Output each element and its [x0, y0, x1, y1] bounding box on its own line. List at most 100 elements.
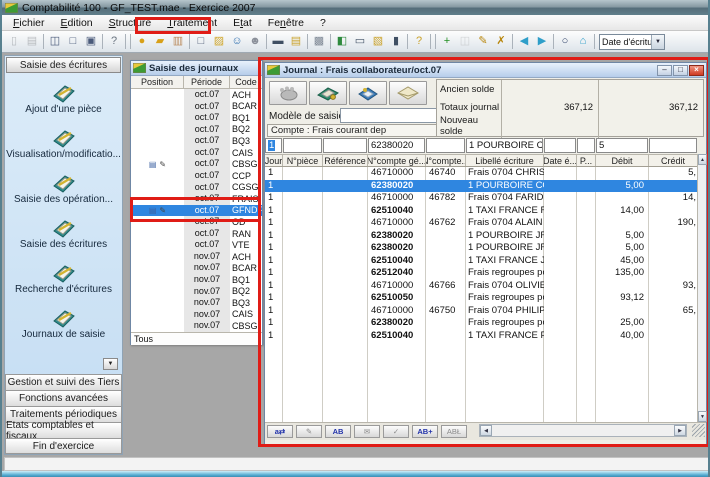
p-field[interactable] [577, 138, 595, 153]
journal-entry-row[interactable]: 1 46710000 46740 Frais 0704 CHRIST... 5, [265, 167, 697, 180]
check-button[interactable]: ✓ [383, 425, 409, 438]
column-header-reference[interactable]: Référence [323, 155, 368, 166]
journal-entry-row[interactable]: 1 62510040 1 TAXI FRANCE FI... 14,00 [265, 205, 697, 218]
journal-entry-row[interactable]: 1 62510050 Frais regroupes pou... 93,12 [265, 292, 697, 305]
journal-entry-row[interactable]: 1 62380020 1 POURBOIRE CC... 5,00 [265, 180, 697, 193]
menu-item[interactable]: Fichier [5, 16, 53, 30]
document-icon[interactable]: □ [193, 33, 210, 50]
journal-entry-row[interactable]: 1 62380020 1 POURBOIRE JF... 5,00 [265, 230, 697, 243]
previous-icon[interactable]: ◀ [516, 33, 533, 50]
column-header-date[interactable]: Date é... [544, 155, 577, 166]
column-header-position[interactable]: Position [131, 76, 184, 88]
mail-button[interactable]: ✉ [354, 425, 380, 438]
save-icon[interactable]: ▤ [24, 33, 41, 50]
scroll-up-icon[interactable]: ▲ [698, 154, 707, 165]
scroll-down-icon[interactable]: ▼ [698, 411, 707, 422]
terminal-icon[interactable]: ▬ [270, 33, 287, 50]
stamp-button[interactable] [269, 81, 307, 105]
journaux-window-titlebar[interactable]: Saisie des journaux [131, 61, 262, 76]
resize-grip[interactable] [692, 424, 705, 437]
column-header-compte-tiers[interactable]: N°compte... [426, 155, 466, 166]
paste-icon[interactable]: ▣ [83, 33, 100, 50]
restore-button[interactable]: □ [673, 65, 688, 76]
journal-list-row[interactable]: ▤✎ nov.07 CAIS [131, 309, 262, 321]
journal-list-row[interactable]: ▤✎ nov.07 ACH [131, 251, 262, 263]
journal-entry-row[interactable]: 1 62380020 Frais regroupes pou... 25,00 [265, 317, 697, 330]
journal-list-row[interactable]: ▤✎ oct.07 FRAIS [131, 193, 262, 205]
sidebar-group-button[interactable]: Fonctions avancées [5, 390, 122, 406]
menu-item[interactable]: Edition [53, 16, 101, 30]
journal-list-row[interactable]: ▤✎ oct.07 BCAR [131, 101, 262, 113]
journaux-filter-footer[interactable]: Tous [131, 332, 262, 345]
safe-icon[interactable]: ▩ [311, 33, 328, 50]
ab-plus-button[interactable]: AB+ [412, 425, 438, 438]
journal-list-row[interactable]: ▤✎ nov.07 BQ1 [131, 274, 262, 286]
ab-link-button[interactable]: a⇄ [267, 425, 293, 438]
folders-icon[interactable]: ▧ [370, 33, 387, 50]
journal-list-row[interactable]: ▤✎ nov.07 BCAR [131, 262, 262, 274]
journal-list-row[interactable]: ▤✎ oct.07 OD [131, 216, 262, 228]
scroll-right-icon[interactable]: ▶ [674, 425, 686, 436]
sidebar-header[interactable]: Saisie des écritures [6, 57, 121, 73]
journal-list-row[interactable]: ▤✎ oct.07 CBSG [131, 158, 262, 170]
credit-field[interactable] [649, 138, 697, 153]
journal-entry-row[interactable]: 1 46710000 46782 Frais 0704 FARID ... 14… [265, 192, 697, 205]
vertical-scrollbar[interactable]: ▲ ▼ [697, 154, 706, 422]
journal-entry-row[interactable]: 1 62380020 1 POURBOIRE JF... 5,00 [265, 242, 697, 255]
sidebar-scroll-down-button[interactable]: ▼ [103, 358, 118, 370]
column-header-compte-general[interactable]: N°compte gé... [368, 155, 426, 166]
sidebar-group-button[interactable]: Etats comptables et fiscaux [5, 422, 122, 438]
cut-icon[interactable]: ◫ [47, 33, 64, 50]
journal-list-row[interactable]: ▤✎ nov.07 BQ3 [131, 297, 262, 309]
coin-icon[interactable]: ● [134, 33, 151, 50]
column-header-periode[interactable]: Période [184, 76, 230, 88]
account-user-icon[interactable]: ☺ [229, 33, 246, 50]
journal-book-icon[interactable]: ▰ [152, 33, 169, 50]
document-add-icon[interactable]: ◧ [334, 33, 351, 50]
reference-field[interactable] [323, 138, 367, 153]
sidebar-item[interactable]: Visualisation/modificatio... [5, 121, 122, 166]
model-button[interactable] [349, 81, 387, 105]
column-header-piece[interactable]: N°pièce [283, 155, 323, 166]
journal-entry-row[interactable]: 1 46710000 46762 Frais 0704 ALAIN ... 19… [265, 217, 697, 230]
piece-field[interactable] [283, 138, 322, 153]
workstation-icon[interactable]: ▮ [388, 33, 405, 50]
edit-entry-icon[interactable]: ✎ [475, 33, 492, 50]
pencil-button[interactable]: ✎ [296, 425, 322, 438]
journal-list-row[interactable]: ▤✎ oct.07 CGSG [131, 182, 262, 194]
chevron-down-icon[interactable]: ▼ [651, 35, 664, 49]
jour-field[interactable]: 1 [265, 138, 282, 153]
debit-field[interactable]: 5 [596, 138, 648, 153]
journal-entry-row[interactable]: 1 62510040 1 TAXI FRANCE P... 40,00 [265, 330, 697, 343]
journal-list-row[interactable]: ▤✎ oct.07 VTE [131, 239, 262, 251]
journal-list-row[interactable]: ▤✎ oct.07 BQ1 [131, 112, 262, 124]
horizontal-scrollbar[interactable]: ◀ ▶ [479, 424, 687, 437]
compte-tiers-field[interactable] [426, 138, 465, 153]
journal-list-row[interactable]: ▤✎ nov.07 BQ2 [131, 286, 262, 298]
sidebar-group-button[interactable]: Gestion et suivi des Tiers [5, 374, 122, 390]
add-entry-icon[interactable]: + [439, 33, 456, 50]
menu-item[interactable]: Etat [225, 16, 260, 30]
menu-item[interactable]: Traitement [159, 16, 225, 30]
column-header-p[interactable]: P... [577, 155, 596, 166]
close-button[interactable]: × [689, 65, 704, 76]
sidebar-item[interactable]: Journaux de saisie [5, 301, 122, 346]
column-header-code[interactable]: Code [230, 76, 262, 88]
journal-entry-row[interactable]: 1 62510040 1 TAXI FRANCE JF... 45,00 [265, 255, 697, 268]
column-header-jour[interactable]: Jour [265, 155, 283, 166]
journal-list-row[interactable]: ▤✎ oct.07 RAN [131, 228, 262, 240]
sidebar-item[interactable]: Ajout d'une pièce [5, 76, 122, 121]
scroll-left-icon[interactable]: ◀ [480, 425, 492, 436]
sidebar-item[interactable]: Saisie des écritures [5, 211, 122, 256]
libelle-field[interactable]: 1 POURBOIRE CCG ( [466, 138, 543, 153]
date-filter-select[interactable]: Date d'écriture ▼ [599, 34, 665, 50]
menu-item[interactable]: Fenêtre [260, 16, 312, 30]
desk-icon[interactable]: ▭ [352, 33, 369, 50]
journal-window-titlebar[interactable]: Journal : Frais collaborateur/oct.07 –□× [265, 63, 706, 78]
menu-item[interactable]: Structure [101, 16, 160, 30]
search-icon[interactable]: ○ [557, 33, 574, 50]
date-field[interactable] [544, 138, 576, 153]
duplicate-entry-icon[interactable]: ◫ [457, 33, 474, 50]
journal-entry-row[interactable]: 1 62512040 Frais regroupes pou... 135,00 [265, 267, 697, 280]
column-header-debit[interactable]: Débit [596, 155, 649, 166]
